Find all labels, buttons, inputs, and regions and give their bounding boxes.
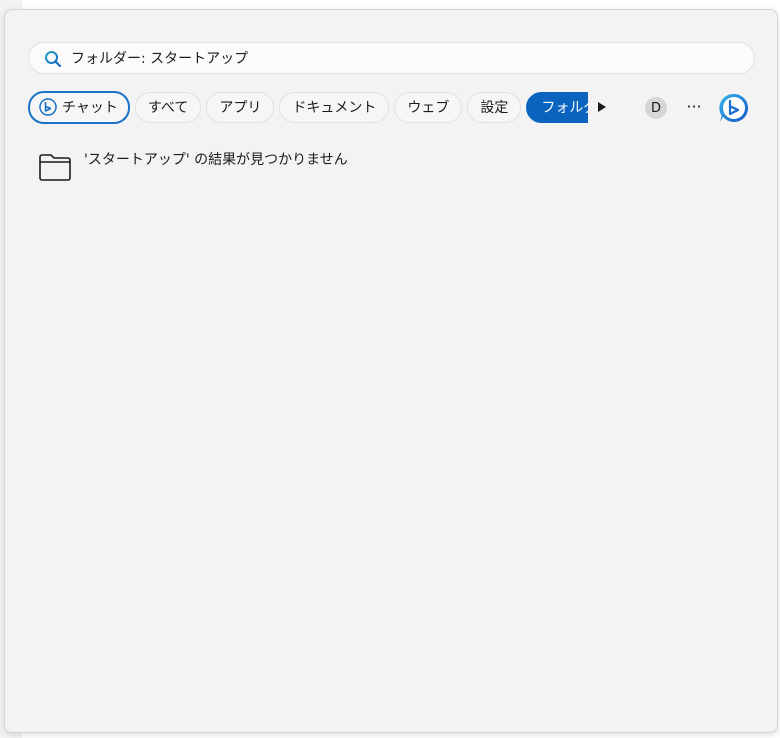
filter-label: ドキュメント bbox=[292, 100, 377, 116]
more-icon[interactable]: ··· bbox=[683, 98, 705, 118]
filter-label: アプリ bbox=[219, 100, 262, 116]
avatar-initial: D bbox=[650, 100, 661, 116]
search-icon bbox=[45, 51, 62, 68]
folder-icon bbox=[39, 154, 71, 181]
filter-folders[interactable]: フォルダー bbox=[526, 91, 588, 123]
search-box[interactable]: フォルダー: スタートアップ bbox=[28, 42, 755, 74]
filter-label: フォルダー bbox=[541, 100, 588, 116]
filter-label: ウェブ bbox=[407, 100, 450, 116]
avatar[interactable]: D bbox=[645, 97, 667, 119]
play-icon[interactable] bbox=[595, 100, 609, 114]
bing-icon[interactable] bbox=[717, 91, 751, 125]
bing-chat-icon bbox=[39, 98, 57, 116]
filter-label: 設定 bbox=[480, 100, 509, 116]
filter-label: すべて bbox=[147, 100, 189, 116]
filter-bar: チャット すべて アプリ ドキュメント ウェブ 設定 フォルダー 写真 bbox=[28, 90, 588, 124]
filter-all[interactable]: すべて bbox=[134, 91, 202, 123]
no-results-message: 'スタートアップ' の結果が見つかりません bbox=[84, 152, 348, 168]
filter-web[interactable]: ウェブ bbox=[394, 91, 463, 123]
result-row: 'スタートアップ' の結果が見つかりません bbox=[38, 150, 348, 186]
filter-documents[interactable]: ドキュメント bbox=[279, 91, 390, 123]
filter-label: チャット bbox=[62, 100, 118, 116]
more-label: ··· bbox=[686, 97, 702, 116]
filter-apps[interactable]: アプリ bbox=[206, 91, 275, 123]
filter-chat[interactable]: チャット bbox=[28, 90, 130, 124]
search-panel: フォルダー: スタートアップ チャット すべて アプリ ドキュメント ウェブ 設… bbox=[4, 9, 778, 733]
search-input[interactable]: フォルダー: スタートアップ bbox=[71, 49, 248, 69]
filter-settings[interactable]: 設定 bbox=[467, 91, 522, 123]
